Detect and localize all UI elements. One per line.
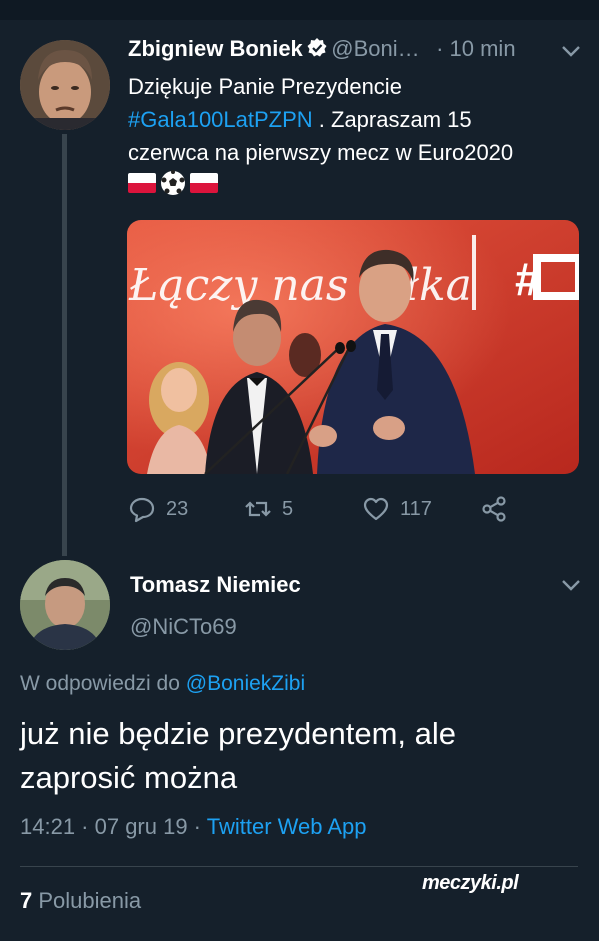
likes-stat[interactable]: 7 Polubienia: [20, 888, 141, 914]
retweet-icon: [245, 501, 271, 517]
source-link[interactable]: Twitter Web App: [207, 814, 367, 839]
divider: [20, 866, 578, 867]
author-name[interactable]: Zbigniew Boniek: [128, 36, 303, 61]
likes-count: 7: [20, 888, 33, 913]
share-icon: [482, 496, 506, 522]
tweet-meta: 14:21 · 07 gru 19 · Twitter Web App: [20, 814, 367, 840]
hashtag-link[interactable]: #Gala100LatPZPN: [128, 107, 313, 132]
reply-context: W odpowiedzi do @BoniekZibi: [20, 672, 305, 696]
tweet-header: Zbigniew Boniek @Boni… · 10 min: [128, 36, 588, 68]
thread-line: [62, 134, 67, 556]
press-photo: Łączy nas piłka #: [127, 220, 579, 474]
verified-icon: [307, 38, 327, 58]
heart-icon: [363, 497, 389, 521]
avatar[interactable]: [20, 560, 110, 650]
poland-flag-icon: [190, 173, 218, 193]
timestamp[interactable]: 14:21 · 07 gru 19 ·: [20, 814, 201, 839]
tweet-time[interactable]: · 10 min: [436, 36, 515, 61]
like-button[interactable]: 117: [362, 492, 432, 526]
tweet-text: Dziękuje Panie Prezydencie #Gala100LatPZ…: [128, 70, 568, 169]
chevron-down-icon[interactable]: [560, 44, 582, 58]
tweet-text-line: Dziękuje Panie Prezydencie: [128, 74, 402, 99]
reply-to-label: W odpowiedzi do: [20, 672, 180, 695]
avatar-photo: [20, 40, 110, 130]
soccer-ball-icon: [161, 170, 185, 195]
share-button[interactable]: [480, 492, 508, 526]
retweet-button[interactable]: 5: [244, 492, 293, 526]
tweet-text-line: czerwca na pierwszy mecz w Euro2020: [128, 140, 514, 165]
avatar[interactable]: [20, 40, 110, 130]
poland-flag-icon: [128, 173, 156, 193]
tweet-text-line: #Gala100LatPZPN . Zapraszam 15: [128, 103, 568, 136]
author-handle[interactable]: @Boni…: [331, 36, 419, 61]
watermark-logo: meczyki.pl: [422, 872, 519, 894]
reply-count: 23: [166, 497, 189, 520]
comment-icon: [129, 497, 155, 523]
like-count: 117: [400, 497, 432, 520]
likes-label: Polubienia: [38, 888, 142, 913]
author-name[interactable]: Tomasz Niemiec: [130, 572, 301, 598]
tweet-media-image[interactable]: Łączy nas piłka #: [127, 220, 579, 474]
reply-to-handle-link[interactable]: @BoniekZibi: [186, 672, 305, 695]
retweet-count: 5: [282, 497, 294, 520]
avatar-photo: [20, 560, 110, 650]
author-handle[interactable]: @NiCTo69: [130, 614, 237, 640]
chevron-down-icon[interactable]: [560, 578, 582, 592]
tweet-text-fragment: . Zapraszam 15: [312, 107, 472, 132]
tweet-actions: 23 5 117: [128, 492, 528, 526]
reply-text: już nie będzie prezydentem, ale zaprosić…: [20, 716, 456, 795]
emoji-row: [128, 170, 218, 196]
reply-button[interactable]: 23: [128, 492, 188, 526]
status-bar: [0, 0, 599, 20]
media-sign-text: Łączy nas piłka: [128, 260, 472, 311]
